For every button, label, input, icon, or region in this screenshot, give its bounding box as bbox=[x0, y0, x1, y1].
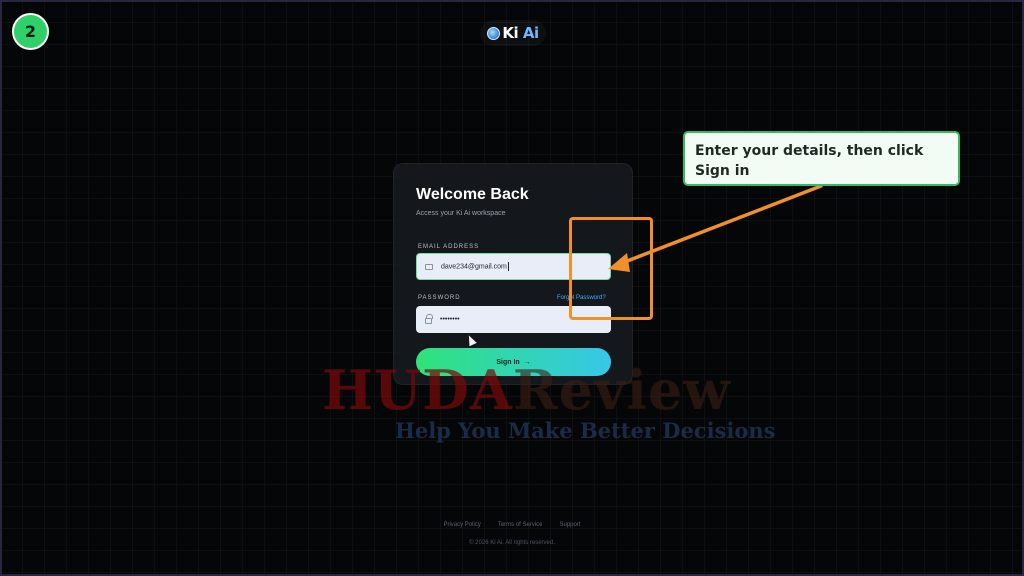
envelope-icon bbox=[425, 263, 433, 271]
copyright-text: © 2026 Ki Ai. All rights reserved. bbox=[469, 540, 555, 546]
privacy-policy-link[interactable]: Privacy Policy bbox=[443, 522, 480, 528]
email-value-text: dave234@gmail.com bbox=[441, 263, 507, 271]
footer-links: Privacy Policy Terms of Service Support bbox=[0, 522, 1024, 528]
highlight-box bbox=[569, 217, 653, 320]
password-value: •••••••• bbox=[440, 316, 460, 323]
instruction-callout: Enter your details, then click Sign in bbox=[683, 131, 960, 186]
logo-text-accent: Ai bbox=[522, 24, 539, 42]
terms-of-service-link[interactable]: Terms of Service bbox=[498, 522, 543, 528]
email-value: dave234@gmail.com bbox=[441, 262, 509, 271]
logo-text: Ki Ai bbox=[502, 24, 539, 42]
watermark-logo: HUDAReview bbox=[322, 360, 731, 420]
watermark-word-2: Review bbox=[512, 358, 731, 422]
card-title: Welcome Back bbox=[416, 186, 529, 203]
email-label: EMAIL ADDRESS bbox=[418, 244, 480, 250]
globe-icon bbox=[487, 26, 501, 40]
logo: Ki Ai bbox=[480, 20, 546, 46]
watermark-tagline: Help You Make Better Decisions bbox=[395, 418, 776, 443]
logo-text-main: Ki bbox=[502, 24, 519, 42]
lock-icon bbox=[424, 314, 433, 324]
step-badge: 2 bbox=[12, 13, 49, 50]
card-subtitle: Access your Ki Ai workspace bbox=[416, 210, 506, 217]
text-caret bbox=[507, 262, 509, 271]
password-label: PASSWORD bbox=[418, 295, 461, 301]
support-link[interactable]: Support bbox=[560, 522, 581, 528]
watermark-word-1: HUDA bbox=[322, 358, 513, 422]
